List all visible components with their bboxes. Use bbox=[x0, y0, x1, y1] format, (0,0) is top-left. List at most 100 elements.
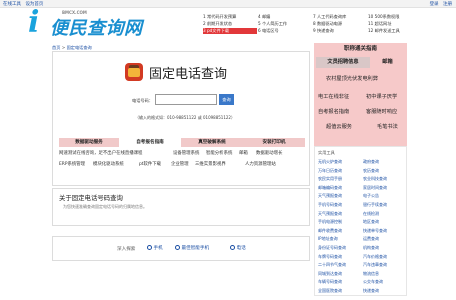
sidebar-row: 农村屋顶光伏发电利弊 bbox=[314, 75, 407, 83]
nav-item[interactable]: 12 邮件发送工具 bbox=[368, 28, 422, 34]
nav-item[interactable]: 11 超话网址 bbox=[368, 21, 422, 27]
tool-link[interactable]: 公交车查询 bbox=[363, 279, 383, 285]
sidebar-item[interactable]: 超值云服务 bbox=[326, 123, 352, 130]
tool-link[interactable]: 天气预报查询 bbox=[318, 193, 342, 199]
tool-link[interactable]: 在线检测 bbox=[363, 211, 379, 217]
sidebar-item[interactable]: 电工在线非征 bbox=[318, 93, 349, 100]
nav-item[interactable]: 5 个人简历工作 bbox=[258, 21, 312, 27]
nav-item[interactable]: 6 电话区号 bbox=[258, 28, 312, 34]
sidebar-item[interactable]: 毛笔书法 bbox=[377, 123, 398, 130]
link-item[interactable]: 模块化驱动系统 bbox=[93, 160, 124, 169]
tab-self-exam[interactable]: 自考报名指南 bbox=[119, 138, 181, 147]
link-item[interactable]: 数据驱动增长 bbox=[256, 149, 282, 158]
login-link[interactable]: 登录 bbox=[430, 2, 439, 7]
tool-link[interactable]: 快递单号查询 bbox=[363, 228, 387, 234]
tool-link[interactable]: 无机火炉查询 bbox=[318, 159, 342, 165]
tools-title: 实用工具 bbox=[318, 150, 335, 155]
tool-link[interactable]: 二十四节气查询 bbox=[318, 262, 346, 268]
about-section: 关于固定电话号码查询 为您快速准确查询固定电话号码的归属地信息。 bbox=[52, 188, 310, 226]
link-item[interactable]: 设备管理系统 bbox=[173, 149, 199, 158]
tool-link[interactable]: 手机号码查询 bbox=[318, 202, 342, 208]
tab-data-service[interactable]: 数据驱动服务 bbox=[59, 138, 119, 147]
sidebar-item[interactable]: 初中课子厌学 bbox=[366, 93, 397, 100]
tool-link[interactable]: 邮箱编码查询 bbox=[318, 185, 342, 191]
category-tabs: 数据驱动服务 自考报名指南 真空破解系统 安装打印机 bbox=[59, 138, 305, 147]
nav-item[interactable]: 4 邮编 bbox=[258, 14, 312, 20]
nav-item[interactable]: 1 常代码开发预算 bbox=[203, 14, 257, 20]
register-link[interactable]: 注册 bbox=[443, 2, 452, 7]
tool-link[interactable]: 家居时间查询 bbox=[363, 185, 387, 191]
tool-link[interactable]: 身份证号码查询 bbox=[318, 245, 346, 251]
tool-link[interactable]: 汽车价格查询 bbox=[363, 254, 387, 260]
sidebar-row: 超值云服务 毛笔书法 bbox=[314, 123, 407, 131]
logo-name: 便民查询网 bbox=[50, 18, 143, 39]
tool-link[interactable]: 万年日历查询 bbox=[318, 168, 342, 174]
sidebar-panel: 职称通关指南 文员招聘信息 邮箱 农村屋顶光伏发电利弊 电工在线非征 初中课子厌… bbox=[314, 43, 407, 148]
tool-link[interactable]: 机构查询 bbox=[363, 245, 379, 251]
sidebar-item[interactable]: 客服随时响应 bbox=[366, 108, 397, 115]
sidebar-item[interactable]: 农村屋顶光伏发电利弊 bbox=[326, 75, 378, 82]
sidebar-row: 自考报名指南 客服随时响应 bbox=[314, 108, 407, 116]
link-item[interactable]: 智能分析系统 bbox=[206, 149, 232, 158]
tool-link[interactable]: 农业科技查询 bbox=[363, 176, 387, 182]
link-item[interactable]: 网速测试在线咨询，足不出户在线直播课程 bbox=[59, 149, 142, 158]
phone-number-label: 电话号码： bbox=[132, 98, 153, 103]
breadcrumb-current[interactable]: 固定电话查询 bbox=[67, 45, 92, 50]
nav-item-active[interactable]: 3 pd文件下载 bbox=[203, 28, 257, 34]
link-item[interactable]: 企业管理 bbox=[171, 160, 189, 169]
nav-item[interactable]: 2 前期开发状态 bbox=[203, 21, 257, 27]
nav-item[interactable]: 10 500系数权限 bbox=[368, 14, 422, 20]
tool-link[interactable]: 全国医院查询 bbox=[318, 288, 342, 294]
tool-link[interactable]: 银行手续查询 bbox=[363, 202, 387, 208]
link-item[interactable]: 三维实景影视界 bbox=[195, 160, 226, 169]
page-title: 固定电话查询 bbox=[149, 67, 228, 82]
link-row-2: ERP系统管理 模块化驱动系统 pt软件下载 企业管理 三维实景影视界 人力资源… bbox=[59, 160, 305, 169]
tool-link[interactable]: 快递查询 bbox=[363, 288, 379, 294]
keyword-phone[interactable]: 电话 bbox=[230, 245, 246, 251]
nav-item[interactable]: 8 数据驱动电源 bbox=[313, 21, 367, 27]
tab-vacuum[interactable]: 真空破解系统 bbox=[181, 138, 243, 147]
tool-link[interactable]: 政府查询 bbox=[363, 159, 379, 165]
link-item[interactable]: pt软件下载 bbox=[139, 160, 161, 169]
tool-link[interactable]: 同城到达查询 bbox=[318, 271, 342, 277]
tool-link[interactable]: 物流信息 bbox=[363, 271, 379, 277]
link-item[interactable]: 邮箱 bbox=[239, 149, 248, 158]
tool-link[interactable]: 车辆号码查询 bbox=[318, 279, 342, 285]
nav-item[interactable]: 7 人工代码查询库 bbox=[313, 14, 367, 20]
nav-item[interactable]: 9 快递查询 bbox=[313, 28, 367, 34]
sidebar-tab-jobs[interactable]: 文员招聘信息 bbox=[316, 57, 370, 68]
keyword-text: 最佳智能手机 bbox=[181, 246, 210, 251]
tab-printer[interactable]: 安装打印机 bbox=[243, 138, 305, 147]
top-nav-grid: 1 常代码开发预算 4 邮编 7 人工代码查询库 10 500系数权限 2 前期… bbox=[203, 14, 423, 38]
tool-link[interactable]: 电子公告 bbox=[363, 193, 379, 199]
sidebar-row: 电工在线非征 初中课子厌学 bbox=[314, 93, 407, 101]
sidebar-header[interactable]: 职称通关指南 bbox=[314, 43, 407, 55]
phone-number-input[interactable] bbox=[155, 94, 217, 105]
tool-link[interactable]: 邮件收费查询 bbox=[318, 228, 342, 234]
tool-link[interactable]: 农民实用手册 bbox=[318, 176, 342, 182]
search-icon bbox=[175, 245, 180, 250]
tool-link[interactable]: 手机电源控制 bbox=[318, 219, 342, 225]
about-title: 关于固定电话号码查询 bbox=[59, 194, 123, 202]
tool-link[interactable]: 农历查询 bbox=[363, 168, 379, 174]
tools-panel: 实用工具 无机火炉查询 政府查询万年日历查询 农历查询农民实用手册 农业科技查询邮箱编… bbox=[314, 146, 407, 296]
sidebar-tab-mail[interactable]: 邮箱 bbox=[370, 57, 405, 68]
online-tools-link[interactable]: 在线工具 bbox=[3, 2, 21, 7]
tool-link[interactable]: 运费查询 bbox=[363, 236, 379, 242]
tool-link[interactable]: 汽车违章查询 bbox=[363, 262, 387, 268]
sidebar-item[interactable]: 自考报名指南 bbox=[318, 108, 349, 115]
tool-link[interactable]: 天气预报查询 bbox=[318, 211, 342, 217]
logo-domain: BMCX.COM bbox=[62, 10, 87, 15]
top-bar: 在线工具 设为首页 登录 注册 bbox=[0, 0, 456, 8]
tool-link[interactable]: 地区查询 bbox=[363, 219, 379, 225]
tool-link[interactable]: IP地址查询 bbox=[318, 236, 338, 242]
keyword-mobile[interactable]: 手机 bbox=[147, 245, 163, 251]
keyword-smartphone[interactable]: 最佳智能手机 bbox=[175, 245, 209, 251]
query-button[interactable]: 查询 bbox=[219, 94, 234, 105]
link-item[interactable]: ERP系统管理 bbox=[59, 160, 85, 169]
format-hint: （输入的格式如：010-98851122 或 01098851122） bbox=[135, 115, 235, 120]
link-item[interactable]: 人力资源管理站 bbox=[245, 160, 276, 169]
site-logo[interactable]: i 便民查询网 BMCX.COM bbox=[28, 8, 148, 40]
deep-search-bar: 深入探索 手机 最佳智能手机 电话 bbox=[52, 236, 310, 261]
tool-link[interactable]: 车牌号码查询 bbox=[318, 254, 342, 260]
